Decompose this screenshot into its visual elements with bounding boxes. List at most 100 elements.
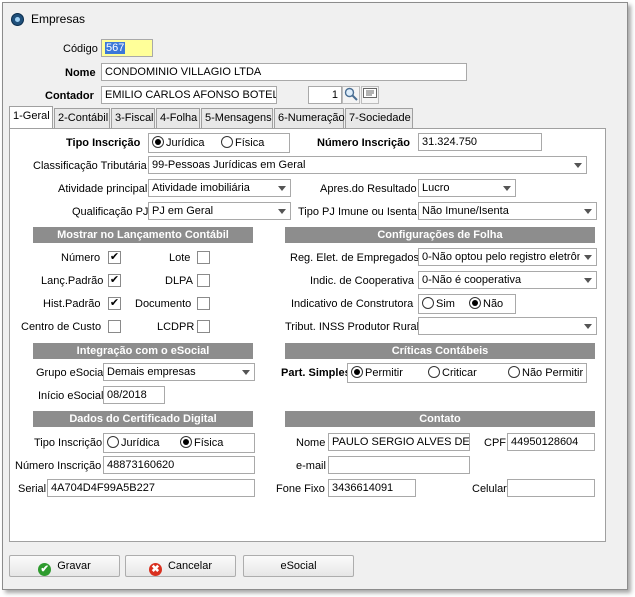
centro-custo-checkbox[interactable] bbox=[108, 320, 121, 333]
folha-section-header: Configurações de Folha bbox=[285, 227, 595, 243]
inss-select[interactable] bbox=[418, 317, 597, 335]
inicio-esocial-field[interactable]: 08/2018 bbox=[103, 386, 165, 404]
certificado-section-header: Dados do Certificado Digital bbox=[33, 411, 253, 427]
cert-fisica-radio[interactable]: Física bbox=[180, 436, 223, 449]
email-field[interactable] bbox=[328, 456, 470, 474]
cpf-field[interactable]: 44950128604 bbox=[507, 433, 595, 451]
cancel-icon: ✖ bbox=[148, 563, 162, 576]
contador-label: Contador bbox=[45, 90, 94, 102]
part-simples-group: Permitir Criticar Não Permitir bbox=[347, 363, 587, 383]
celular-field[interactable] bbox=[507, 479, 595, 497]
contato-section-header: Contato bbox=[285, 411, 595, 427]
contato-nome-label: Nome bbox=[296, 437, 326, 449]
documento-label: Documento bbox=[135, 298, 192, 310]
contato-nome-field[interactable]: PAULO SERGIO ALVES DE OLIVEIRA bbox=[328, 433, 470, 451]
lanc-padrao-checkbox[interactable]: ✔ bbox=[108, 274, 121, 287]
chevron-down-icon bbox=[499, 180, 515, 196]
title-bar: Empresas bbox=[3, 3, 627, 35]
chevron-down-icon bbox=[274, 180, 290, 196]
numero-label: Número bbox=[61, 252, 101, 264]
cert-numero-label: Número Inscrição bbox=[15, 460, 102, 472]
tipo-pj-select[interactable]: Não Imune/Isenta bbox=[418, 202, 597, 220]
lote-checkbox[interactable] bbox=[197, 251, 210, 264]
lcdpr-checkbox[interactable] bbox=[197, 320, 210, 333]
cooperativa-select[interactable]: 0-Não é cooperativa bbox=[418, 271, 597, 289]
grupo-esocial-select[interactable]: Demais empresas bbox=[103, 363, 255, 381]
lcdpr-label: LCDPR bbox=[157, 321, 195, 333]
app-icon bbox=[11, 13, 24, 26]
codigo-field[interactable]: 567 bbox=[101, 39, 153, 57]
gravar-button[interactable]: ✔ Gravar bbox=[9, 555, 120, 577]
construtora-nao-radio[interactable]: Não bbox=[469, 297, 503, 310]
criticar-radio[interactable]: Criticar bbox=[428, 366, 477, 379]
construtora-sim-radio[interactable]: Sim bbox=[422, 297, 455, 310]
tab-folha[interactable]: 4-Folha bbox=[156, 108, 200, 128]
card-icon bbox=[363, 88, 377, 98]
lanc-padrao-label: Lanç.Padrão bbox=[41, 275, 104, 287]
esocial-button[interactable]: eSocial bbox=[243, 555, 354, 577]
hist-padrao-label: Hist.Padrão bbox=[43, 298, 101, 310]
codigo-label: Código bbox=[63, 43, 98, 55]
numero-inscricao-label: Número Inscrição bbox=[317, 137, 410, 149]
apres-select[interactable]: Lucro bbox=[418, 179, 516, 197]
dlpa-label: DLPA bbox=[165, 275, 193, 287]
window-title: Empresas bbox=[31, 12, 86, 26]
email-label: e-mail bbox=[296, 460, 326, 472]
apres-label: Apres.do Resultado bbox=[320, 183, 417, 195]
qualificacao-select[interactable]: PJ em Geral bbox=[148, 202, 291, 220]
tab-fiscal[interactable]: 3-Fiscal bbox=[111, 108, 155, 128]
atividade-label: Atividade principal bbox=[58, 183, 148, 195]
classificacao-select[interactable]: 99-Pessoas Jurídicas em Geral bbox=[148, 156, 587, 174]
search-icon bbox=[344, 87, 358, 101]
serial-field[interactable]: 4A704D4F99A5B227 bbox=[47, 479, 255, 497]
atividade-select[interactable]: Atividade imobiliária bbox=[148, 179, 291, 197]
empresas-window: Empresas Código 567 Nome CONDOMINIO VILL… bbox=[2, 2, 628, 590]
permitir-radio[interactable]: Permitir bbox=[351, 366, 403, 379]
cooperativa-label: Indic. de Cooperativa bbox=[310, 275, 414, 287]
documento-checkbox[interactable] bbox=[197, 297, 210, 310]
contador-field[interactable]: EMILIO CARLOS AFONSO BOTELHO bbox=[101, 86, 277, 104]
construtora-label: Indicativo de Construtora bbox=[291, 298, 414, 310]
cert-numero-field[interactable]: 48873160620 bbox=[103, 456, 255, 474]
celular-label: Celular bbox=[472, 483, 507, 495]
details-button[interactable] bbox=[361, 86, 379, 104]
tab-geral[interactable]: 1-Geral bbox=[9, 106, 53, 128]
fone-field[interactable]: 3436614091 bbox=[328, 479, 416, 497]
tab-mensagens[interactable]: 5-Mensagens bbox=[201, 108, 273, 128]
numero-inscricao-field[interactable]: 31.324.750 bbox=[418, 133, 542, 151]
cancelar-button[interactable]: ✖ Cancelar bbox=[125, 555, 236, 577]
reg-elet-select[interactable]: 0-Não optou pelo registro eletrônico bbox=[418, 248, 597, 266]
chevron-down-icon bbox=[570, 157, 586, 173]
classificacao-label: Classificação Tributária bbox=[33, 160, 147, 172]
tipo-fisica-radio[interactable]: Física bbox=[221, 136, 264, 149]
qualificacao-label: Qualificação PJ bbox=[72, 206, 149, 218]
chevron-down-icon bbox=[274, 203, 290, 219]
chevron-down-icon bbox=[238, 364, 254, 380]
construtora-group: Sim Não bbox=[418, 294, 516, 314]
grupo-esocial-label: Grupo eSocial bbox=[36, 367, 106, 379]
fone-label: Fone Fixo bbox=[276, 483, 325, 495]
dlpa-checkbox[interactable] bbox=[197, 274, 210, 287]
inicio-esocial-label: Início eSocial bbox=[38, 390, 104, 402]
tipo-inscricao-group: Jurídica Física bbox=[148, 133, 290, 153]
cert-juridica-radio[interactable]: Jurídica bbox=[107, 436, 160, 449]
tab-numeracao[interactable]: 6-Numeração bbox=[274, 108, 345, 128]
numero-checkbox[interactable]: ✔ bbox=[108, 251, 121, 264]
hist-padrao-checkbox[interactable]: ✔ bbox=[108, 297, 121, 310]
inss-label: Tribut. INSS Produtor Rural bbox=[285, 321, 420, 333]
contador-number[interactable]: 1 bbox=[308, 86, 342, 104]
tab-contabil[interactable]: 2-Contábil bbox=[54, 108, 110, 128]
tab-sociedade[interactable]: 7-Sociedade bbox=[345, 108, 413, 128]
nome-field[interactable]: CONDOMINIO VILLAGIO LTDA bbox=[101, 63, 467, 81]
chevron-down-icon bbox=[580, 249, 596, 265]
tipo-pj-label: Tipo PJ Imune ou Isenta bbox=[298, 206, 417, 218]
centro-custo-label: Centro de Custo bbox=[21, 321, 102, 333]
nao-permitir-radio[interactable]: Não Permitir bbox=[508, 366, 583, 379]
check-icon: ✔ bbox=[38, 563, 52, 576]
search-button[interactable] bbox=[342, 86, 360, 104]
criticas-section-header: Críticas Contábeis bbox=[285, 343, 595, 359]
chevron-down-icon bbox=[580, 203, 596, 219]
serial-label: Serial bbox=[18, 483, 47, 495]
chevron-down-icon bbox=[580, 318, 596, 334]
tipo-juridica-radio[interactable]: Jurídica bbox=[152, 136, 205, 149]
